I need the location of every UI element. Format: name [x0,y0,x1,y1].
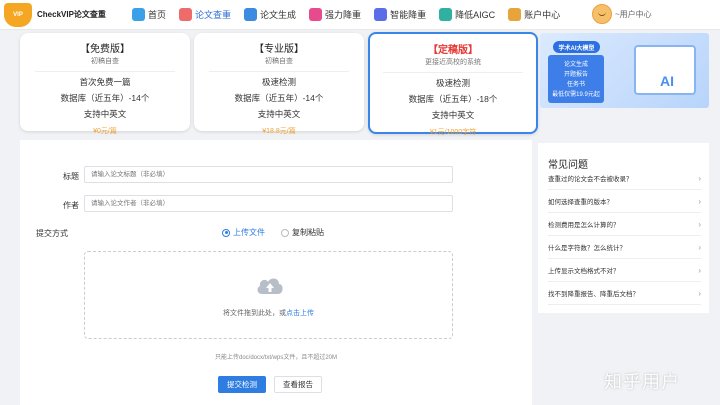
nav-item-strong-rewrite[interactable]: 强力降重 [305,0,370,30]
upload-panel: 标题 作者 提交方式 上传文件 复制粘贴 将文件拖到此处，或点击上传 只能上传d… [20,140,532,405]
logo[interactable]: VIP CheckVIP论文查重 [0,2,128,27]
plan-title: 【免费版】 [80,44,130,55]
faq-panel: 常见问题 查重过的论文会不会被收录？ › 如何选择查重的版本？ › 检测费用是怎么计… [538,143,709,313]
cloud-upload-icon [257,278,283,294]
plan-price: ¥18.8元/篇 [262,128,296,135]
chevron-right-icon: › [698,265,701,275]
chevron-right-icon: › [698,242,701,252]
chevron-right-icon: › [698,288,701,298]
account-center-icon [508,8,522,21]
faq-item[interactable]: 找不到降重报告、降重后文档？ › [548,282,701,305]
plan-title: 【定稿版】 [428,45,478,56]
plan-feature: 支持中英文 [431,110,475,120]
plan-feature: 数据库（近五年）-14个 [234,93,324,103]
faq-item[interactable]: 检测费用是怎么计算的？ › [548,213,701,236]
chevron-right-icon: › [698,219,701,229]
faq-item[interactable]: 上传显示文档格式不对？ › [548,259,701,282]
faq-item[interactable]: 查重过的论文会不会被收录？ › [548,167,701,190]
radio-selected-icon [222,228,230,237]
author-label: 作者 [63,201,79,210]
plan-card-pro[interactable]: 【专业版】 初稿自查 极速检测 数据库（近五年）-14个 支持中英文 ¥18.8… [194,33,364,135]
submit-method-label: 提交方式 [36,229,68,238]
plan-feature: 支持中英文 [257,109,301,119]
paper-check-icon [179,8,193,21]
pricing-cards: 【免费版】 初稿自查 首次免费一篇 数据库（近五年）-14个 支持中英文 ¥0元… [20,32,538,136]
title-input[interactable] [84,166,453,183]
app-name: CheckVIP论文查重 [37,10,106,19]
paste-text-radio[interactable]: 复制粘贴 [281,227,324,238]
promo-banner[interactable]: 学术AI大模型 论文生成 开题报告 任务书 最低仅需19.9元起 AI [540,33,709,108]
logo-badge-icon: VIP [4,2,32,27]
submit-method-group: 上传文件 复制粘贴 [222,227,340,238]
author-input[interactable] [84,195,453,212]
plan-subtitle: 初稿自查 [209,56,349,72]
upload-file-radio[interactable]: 上传文件 [222,227,265,238]
plan-price: ¥0元/篇 [93,128,117,135]
banner-tag: 学术AI大模型 [553,41,600,53]
nav-item-paper-generate[interactable]: 论文生成 [240,0,305,30]
home-icon [132,8,145,21]
user-center-label: ~用户中心 [615,9,652,19]
plan-feature: 极速检测 [261,77,296,87]
file-dropzone[interactable]: 将文件拖到此处，或点击上传 [84,251,453,339]
plan-feature: 首次免费一篇 [79,77,131,87]
plan-feature: 极速检测 [435,78,470,88]
strong-rewrite-icon [309,8,323,21]
view-report-button[interactable]: 查看报告 [274,376,322,393]
plan-feature: 数据库（近五年）-14个 [60,93,150,103]
banner-line: 最低仅需19.9元起 [552,92,600,98]
nav-item-account-center[interactable]: 账户中心 [504,0,569,30]
nav-item-smart-rewrite[interactable]: 智能降重 [370,0,435,30]
chevron-right-icon: › [698,196,701,206]
banner-line: 任务书 [566,82,585,88]
main-nav: 首页 论文查重 论文生成 强力降重 智能降重 降低AIGC 账户中心 [128,0,569,30]
submit-check-button[interactable]: 提交检测 [218,376,266,393]
banner-line: 开题报告 [563,72,588,78]
banner-line: 论文生成 [563,62,588,68]
plan-card-final[interactable]: 【定稿版】 更接近高校的系统 极速检测 数据库（近五年）-18个 支持中英文 ¥… [368,32,538,136]
plan-subtitle: 初稿自查 [35,56,175,72]
reduce-aigc-icon [439,8,453,21]
plan-title: 【专业版】 [254,44,304,55]
chevron-right-icon: › [698,173,701,183]
watermark: 知乎用户 [604,372,680,392]
paper-generate-icon [244,8,258,21]
radio-icon [281,228,289,237]
plan-subtitle: 更接近高校的系统 [383,57,523,73]
banner-ai-label: AI [660,73,674,89]
plan-feature: 支持中英文 [83,109,127,119]
smart-rewrite-icon [374,8,388,21]
plan-card-free[interactable]: 【免费版】 初稿自查 首次免费一篇 数据库（近五年）-14个 支持中英文 ¥0元… [20,33,190,135]
plan-price: ¥1元/1000字符 [429,129,477,136]
title-label: 标题 [63,172,79,181]
plan-feature: 数据库（近五年）-18个 [408,94,498,104]
click-upload-link[interactable]: 点击上传 [286,310,314,317]
dropzone-text: 将文件拖到此处，或点击上传 [223,310,314,317]
nav-item-paper-check[interactable]: 论文查重 [175,0,240,30]
nav-item-home[interactable]: 首页 [128,0,175,30]
nav-item-reduce-aigc[interactable]: 降低AIGC [435,0,504,30]
faq-item[interactable]: 如何选择查重的版本？ › [548,190,701,213]
faq-item[interactable]: 什么是字符数？怎么统计？ › [548,236,701,259]
avatar [592,4,612,24]
top-navbar: VIP CheckVIP论文查重 首页 论文查重 论文生成 强力降重 智能降重 … [0,0,720,30]
upload-hint: 只能上传doc/docx/txt/wps文件，且不超过20M [214,355,338,361]
user-center[interactable]: ~用户中心 [592,4,652,24]
